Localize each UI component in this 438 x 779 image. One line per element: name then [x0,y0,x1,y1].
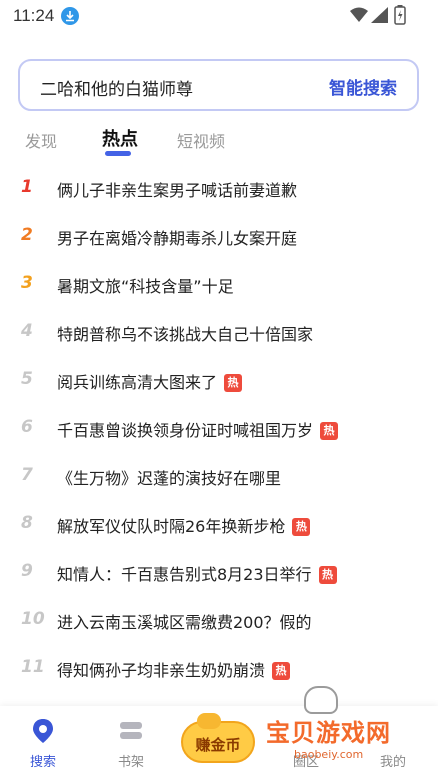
search-box[interactable]: 二哈和他的白猫师尊 智能搜索 [18,59,419,111]
tab-discover[interactable]: 发现 [25,128,57,152]
hot-title-text: 暑期文旅“科技含量”十足 [57,277,234,296]
nav-search[interactable]: 搜索 [8,706,78,779]
hot-title[interactable]: 阅兵训练高清大图来了热 [57,369,243,393]
watermark-url: baobeiy.com [294,748,364,761]
hot-title[interactable]: 进入云南玉溪城区需缴费200？假的 [57,609,312,633]
tab-hot[interactable]: 热点 [102,125,138,151]
hot-title[interactable]: 特朗普称乌不该挑战大自己十倍国家 [57,321,313,345]
battery-icon [394,5,406,29]
hot-title[interactable]: 暑期文旅“科技含量”十足 [57,273,234,297]
bookshelf-icon [118,718,144,744]
download-icon [61,7,79,25]
hot-title[interactable]: 男子在离婚冷静期毒杀儿女案开庭 [57,225,297,249]
rank-number: 10 [21,609,45,629]
nav-bookshelf[interactable]: 书架 [96,706,166,779]
hot-title-text: 男子在离婚冷静期毒杀儿女案开庭 [57,229,298,248]
rank-number: 5 [21,369,33,389]
hot-badge: 热 [292,518,311,536]
wifi-icon [350,7,368,27]
hot-list-item[interactable]: 4 特朗普称乌不该挑战大自己十倍国家 [0,310,438,357]
hot-list-item[interactable]: 8 解放军仪仗队时隔26年换新步枪热 [0,502,438,549]
hot-list-item[interactable]: 10 进入云南玉溪城区需缴费200？假的 [0,598,438,645]
hot-list-item[interactable]: 7 《生万物》迟蓬的演技好在哪里 [0,454,438,501]
hot-badge: 热 [318,566,337,584]
watermark-title: 宝贝游戏网 [266,719,391,747]
earn-coins-button[interactable]: 赚金币 [181,713,255,763]
search-compass-icon [30,718,56,744]
hot-list-item[interactable]: 3 暑期文旅“科技含量”十足 [0,262,438,309]
rank-number: 11 [21,657,45,677]
hot-list-item[interactable]: 9 知情人：千百惠告别式8月23日举行热 [0,550,438,597]
hot-list-item[interactable]: 1 俩儿子非亲生案男子喊话前妻道歉 [0,166,438,213]
hot-title-text: 知情人：千百惠告别式8月23日举行 [57,565,312,584]
hot-title[interactable]: 《生万物》迟蓬的演技好在哪里 [57,465,281,489]
rank-number: 6 [21,417,33,437]
hot-title-text: 进入云南玉溪城区需缴费200？假的 [57,613,312,632]
hot-badge: 热 [224,374,243,392]
nav-search-label: 搜索 [29,755,56,770]
signal-icon [371,7,388,27]
hot-title[interactable]: 千百惠曾谈换领身份证时喊祖国万岁热 [57,417,339,441]
hot-title[interactable]: 俩儿子非亲生案男子喊话前妻道歉 [57,177,297,201]
earn-coins-label: 赚金币 [195,736,241,754]
watermark: 宝贝游戏网 baobeiy.com [256,686,426,766]
hot-list-item[interactable]: 6 千百惠曾谈换领身份证时喊祖国万岁热 [0,406,438,453]
rank-number: 8 [21,513,33,533]
search-input[interactable]: 二哈和他的白猫师尊 [40,75,193,100]
rank-number: 1 [21,177,33,197]
hot-title-text: 《生万物》迟蓬的演技好在哪里 [57,469,282,488]
gamepad-mascot-icon [304,686,338,714]
hot-title-text: 俩儿子非亲生案男子喊话前妻道歉 [57,181,298,200]
hot-list-item[interactable]: 5 阅兵训练高清大图来了热 [0,358,438,405]
hot-title[interactable]: 知情人：千百惠告别式8月23日举行热 [57,561,337,585]
smart-search-button[interactable]: 智能搜索 [329,74,397,99]
status-time: 11:24 [13,6,55,25]
hot-list-item[interactable]: 2 男子在离婚冷静期毒杀儿女案开庭 [0,214,438,261]
content-tabs: 发现 热点 短视频 [0,124,438,156]
nav-bookshelf-label: 书架 [117,755,144,770]
tab-short-video[interactable]: 短视频 [177,128,225,152]
hot-title-text: 解放军仪仗队时隔26年换新步枪 [57,517,286,536]
hot-badge: 热 [272,662,291,680]
rank-number: 2 [21,225,33,245]
tab-active-indicator [105,151,131,156]
rank-number: 4 [21,321,33,341]
hot-title[interactable]: 得知俩孙子均非亲生奶奶崩溃热 [57,657,291,681]
rank-number: 3 [21,273,33,293]
status-bar: 11:24 [0,0,438,34]
rank-number: 9 [21,561,33,581]
hot-title-text: 特朗普称乌不该挑战大自己十倍国家 [57,325,314,344]
rank-number: 7 [21,465,33,485]
hot-badge: 热 [320,422,339,440]
hot-title-text: 阅兵训练高清大图来了 [57,373,218,392]
hot-title[interactable]: 解放军仪仗队时隔26年换新步枪热 [57,513,311,537]
hot-title-text: 千百惠曾谈换领身份证时喊祖国万岁 [57,421,314,440]
hot-title-text: 得知俩孙子均非亲生奶奶崩溃 [57,661,266,680]
coin-icon [197,713,221,729]
